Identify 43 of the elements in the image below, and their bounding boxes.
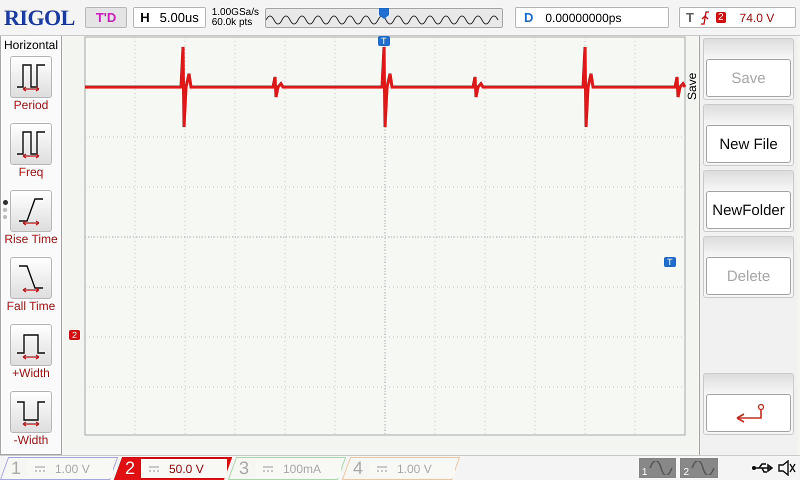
math-source[interactable]: 2 (680, 458, 718, 478)
delay-label: D (524, 10, 534, 25)
trigger-position-icon (378, 8, 389, 18)
channel-tab[interactable]: 2 50.0 V (114, 456, 232, 480)
memory-depth: 60.0k pts (212, 18, 254, 28)
dc-coupling-icon (377, 465, 387, 471)
back-button[interactable] (706, 394, 791, 432)
dc-coupling-icon (263, 465, 273, 471)
channel-number: 2 (124, 458, 136, 478)
menu-title: Save (685, 72, 699, 100)
trigger-level: 74.0 V (740, 10, 774, 24)
sine-icon (649, 461, 674, 475)
channel-number: 3 (238, 458, 250, 478)
brand-logo: RIGOL (4, 4, 75, 30)
dc-coupling-icon (149, 465, 159, 471)
softkey-button[interactable]: New File (706, 125, 791, 163)
channel-number: 4 (352, 458, 364, 478)
delay-value: 0.00000000ps (545, 10, 622, 24)
dc-coupling-icon (35, 465, 45, 471)
timebase-panel[interactable]: H 5.00us (133, 7, 206, 28)
trigger-panel[interactable]: T 2 74.0 V (679, 7, 796, 28)
menu-title: Horizontal (4, 38, 58, 52)
channel-scale: 1.00 V (55, 461, 90, 475)
sine-icon (691, 461, 715, 475)
rising-edge-icon (700, 10, 710, 24)
trigger-level-marker[interactable]: T (664, 257, 676, 267)
horizontal-label: H (140, 10, 150, 25)
speaker-muted-icon (778, 460, 796, 476)
trigger-label: T (686, 10, 694, 25)
sample-rate: 1.00GSa/s (212, 8, 259, 18)
trigger-position-marker[interactable]: T (378, 36, 390, 46)
timebase-value: 5.00us (160, 10, 199, 25)
softkey-button[interactable]: NewFolder (706, 191, 791, 229)
math-source[interactable]: 1 (638, 458, 676, 478)
channel-marker[interactable]: 2 (69, 330, 80, 340)
channel-number: 1 (10, 458, 22, 478)
channel-scale: 1.00 V (397, 461, 432, 475)
channel-scale: 100mA (283, 461, 322, 475)
usb-icon (752, 462, 774, 474)
delay-panel[interactable]: D 0.00000000ps (514, 7, 670, 28)
trigger-source: 2 (716, 12, 726, 23)
run-status: T'D (84, 7, 128, 28)
channel-scale: 50.0 V (169, 461, 204, 475)
